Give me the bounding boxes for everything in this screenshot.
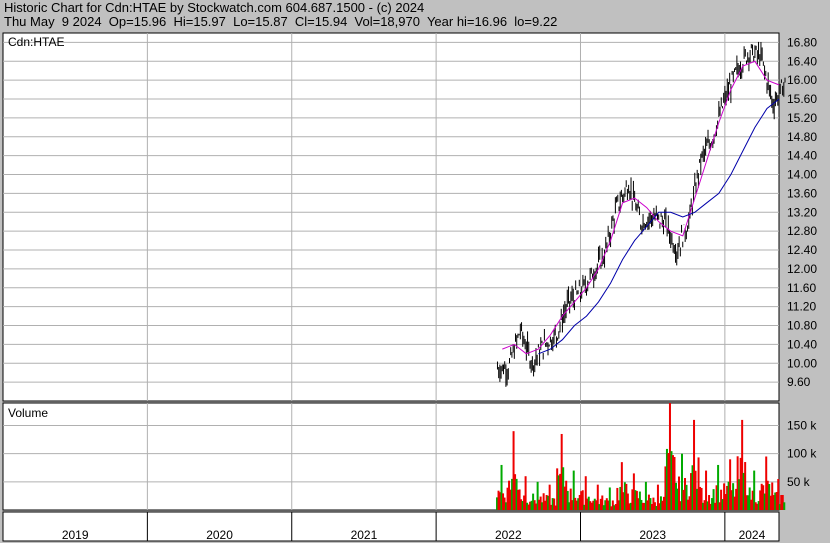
y-tick-label: 10.00 — [787, 356, 817, 370]
volume-panel — [2, 402, 780, 511]
x-tick-label: 2024 — [739, 528, 766, 542]
y-tick-label: 15.20 — [787, 111, 817, 125]
y-tick-label: 9.60 — [787, 375, 811, 389]
volume-tick-label: 150 k — [787, 419, 817, 433]
y-tick-label: 14.80 — [787, 130, 817, 144]
x-tick-label: 2022 — [495, 528, 522, 542]
y-tick-label: 15.60 — [787, 92, 817, 106]
y-tick-label: 13.60 — [787, 186, 817, 200]
chart-canvas: 2019 2020 2021 2022 2023 2024 16.80 16.40 16.00 1… — [2, 32, 817, 542]
y-tick-label: 10.80 — [787, 319, 817, 333]
volume-tick-label: 50 k — [787, 475, 811, 489]
x-tick-label: 2020 — [206, 528, 233, 542]
stock-chart: Historic Chart for Cdn:HTAE by Stockwatc… — [0, 0, 830, 543]
y-tick-label: 12.00 — [787, 262, 817, 276]
x-tick-label: 2023 — [639, 528, 666, 542]
y-tick-label: 14.40 — [787, 149, 817, 163]
y-tick-label: 16.80 — [787, 35, 817, 49]
y-tick-label: 12.80 — [787, 224, 817, 238]
volume-bar — [783, 502, 786, 510]
x-tick-label: 2021 — [351, 528, 378, 542]
x-tick-label: 2019 — [62, 528, 89, 542]
y-tick-label: 10.40 — [787, 337, 817, 351]
price-panel-title: Cdn:HTAE — [8, 35, 64, 49]
volume-tick-label: 100 k — [787, 447, 817, 461]
y-tick-label: 13.20 — [787, 205, 817, 219]
y-tick-label: 14.00 — [787, 168, 817, 182]
volume-panel-title: Volume — [8, 406, 48, 420]
y-tick-label: 12.40 — [787, 243, 817, 257]
y-tick-label: 11.20 — [787, 300, 816, 314]
y-tick-label: 11.60 — [787, 281, 816, 295]
y-tick-label: 16.00 — [787, 73, 817, 87]
y-tick-label: 16.40 — [787, 54, 817, 68]
